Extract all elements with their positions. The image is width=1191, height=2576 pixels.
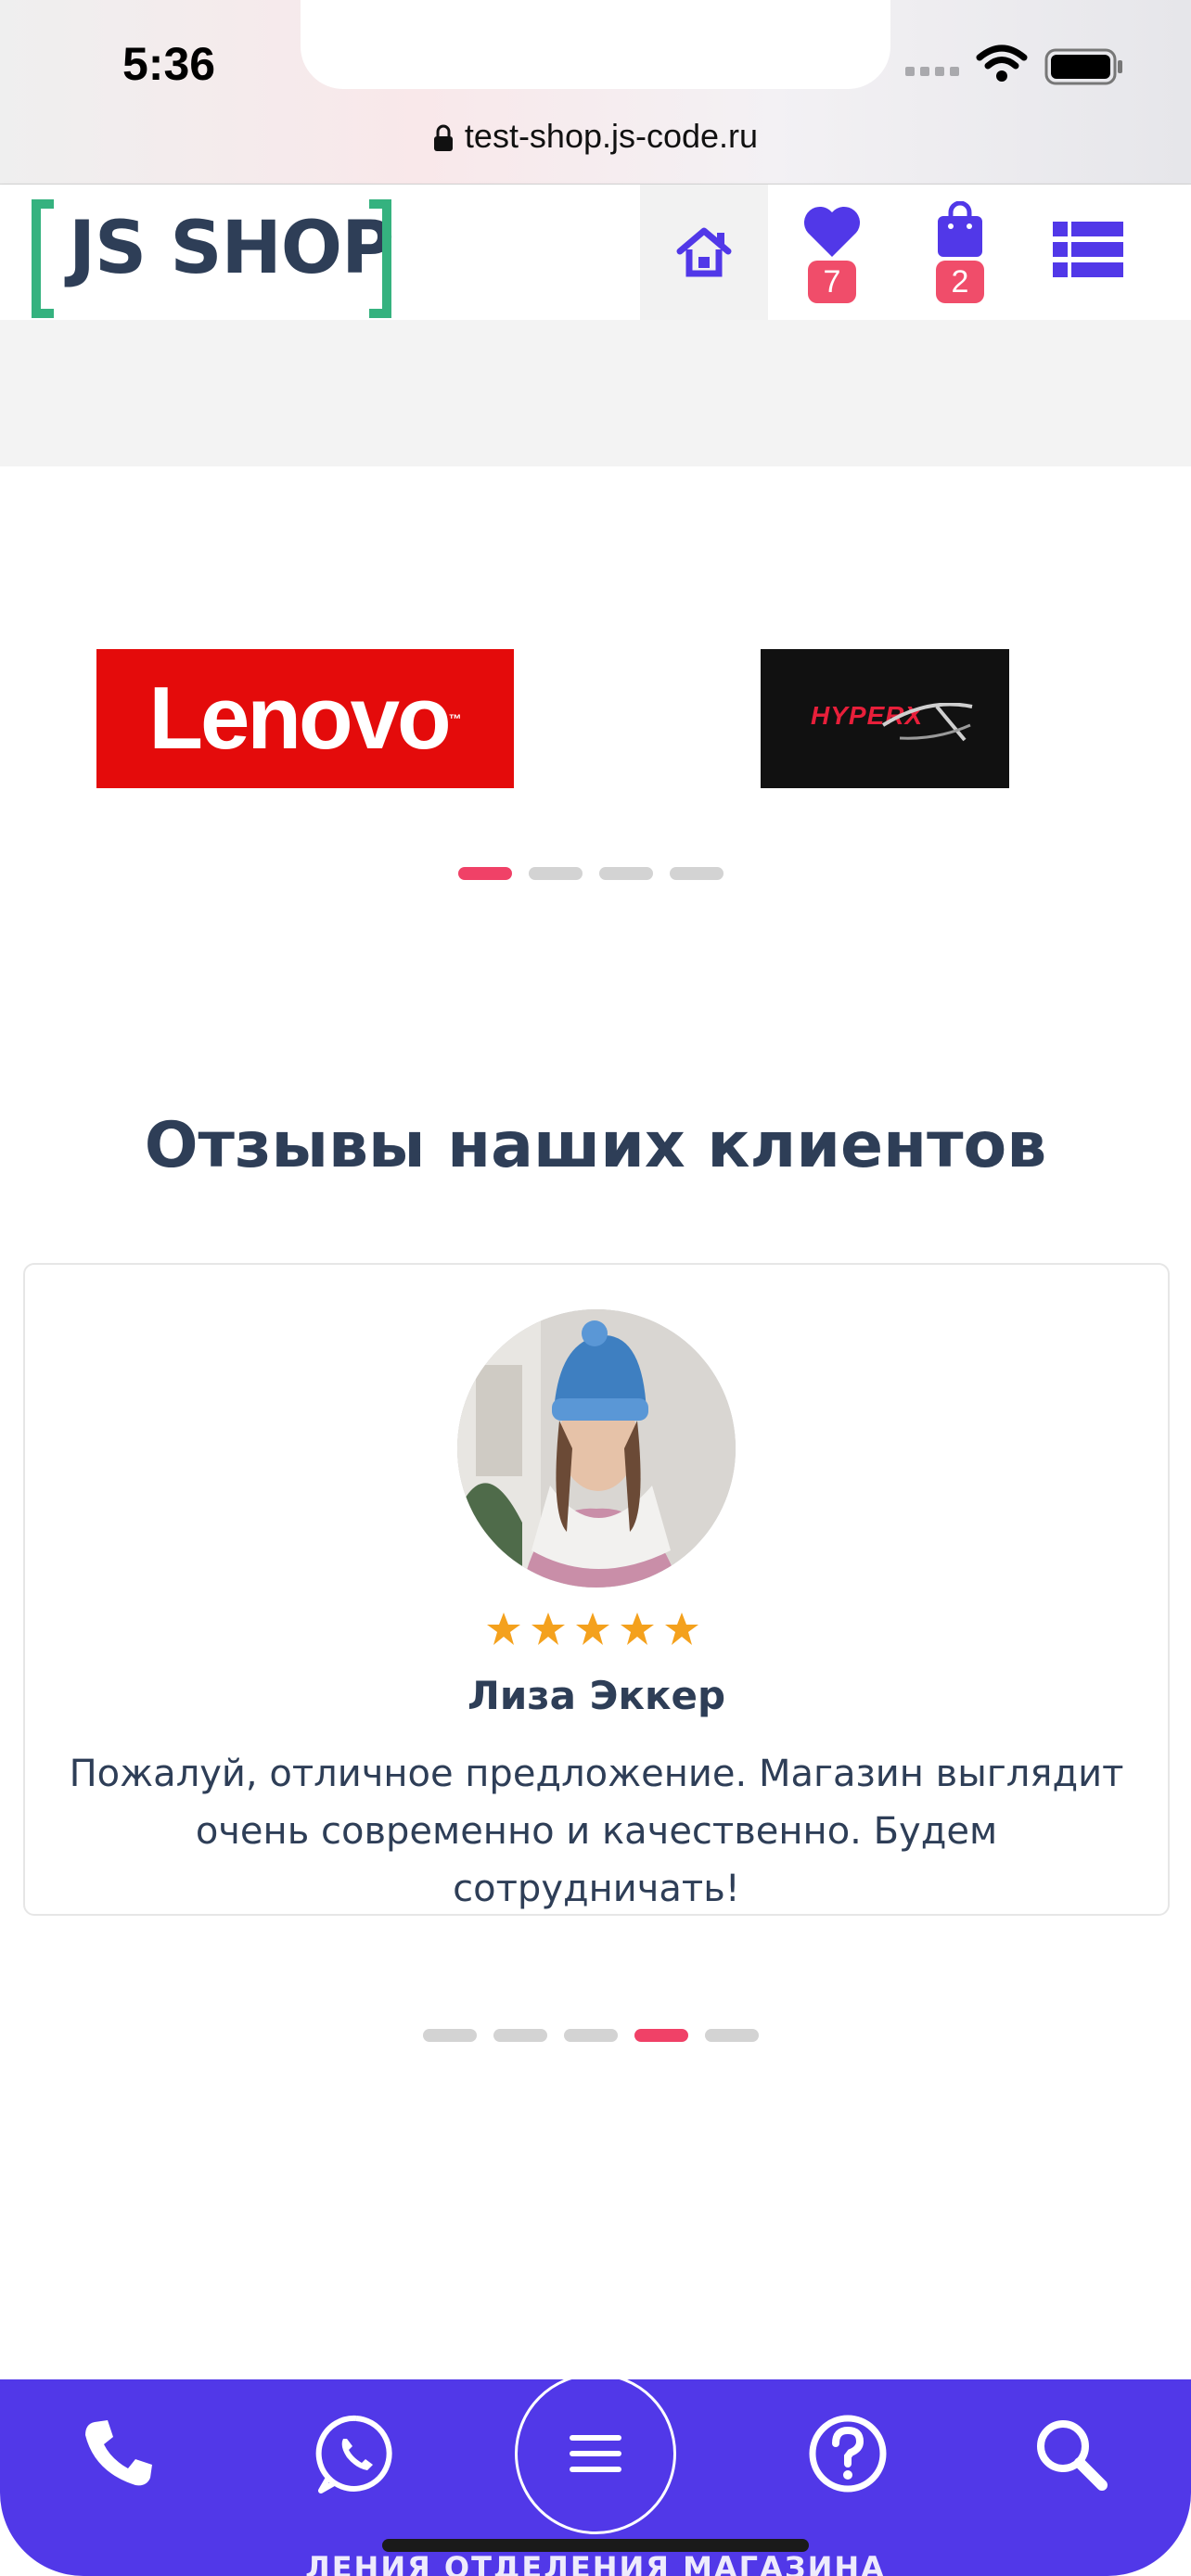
favorites-count-badge: 7 — [808, 261, 856, 303]
brand-logo-hyperx[interactable]: HYPERX — [761, 649, 1009, 788]
carousel-dot-3[interactable] — [599, 867, 653, 880]
site-header: JS SHOP 7 2 — [0, 185, 1191, 320]
review-card: Лиза Эккер Пожалуй, отличное предложение… — [23, 1263, 1170, 1916]
search-icon — [1037, 2420, 1108, 2491]
lock-icon — [433, 125, 453, 152]
cart-button[interactable]: 2 — [896, 185, 1024, 320]
home-button[interactable] — [640, 185, 768, 320]
lenovo-logo-text: Lenovo — [148, 669, 451, 768]
catalog-menu-button[interactable] — [1024, 185, 1152, 320]
hyperx-swoosh-icon — [881, 703, 973, 742]
carousel-dot-1[interactable] — [458, 867, 512, 880]
call-button[interactable] — [45, 2379, 193, 2528]
cellular-signal-icon — [905, 67, 959, 76]
review-rating — [25, 1610, 1168, 1652]
url-text: test-shop.js-code.ru — [464, 117, 759, 155]
reviewer-name: Лиза Эккер — [467, 1673, 726, 1718]
review-dot-1[interactable] — [423, 2029, 477, 2042]
list-menu-icon — [1053, 222, 1123, 277]
site-logo[interactable]: JS SHOP — [28, 194, 399, 318]
review-text: Пожалуй, отличное предложение. Магазин в… — [69, 1753, 1124, 1910]
favorites-button[interactable]: 7 — [768, 185, 896, 320]
search-button[interactable] — [996, 2379, 1145, 2528]
home-icon — [676, 227, 732, 277]
shopping-bag-icon — [938, 201, 982, 257]
carousel-dot-4[interactable] — [670, 867, 724, 880]
help-button[interactable] — [774, 2379, 922, 2528]
brands-carousel-pagination — [458, 867, 724, 880]
reviewer-photo — [457, 1309, 736, 1588]
notch — [301, 0, 890, 89]
status-time: 5:36 — [122, 38, 216, 90]
content-behind-bar-text: ЛЕНИЯ ОТДЕЛЕНИЯ МАГАЗИНА — [305, 2550, 886, 2576]
phone-icon — [85, 2420, 152, 2486]
lenovo-trademark: ™ — [448, 711, 462, 726]
rating-stars — [487, 1613, 698, 1645]
battery-icon — [1044, 48, 1122, 85]
review-dot-5[interactable] — [705, 2029, 759, 2042]
home-indicator[interactable] — [382, 2539, 809, 2552]
logo-bracket-left — [32, 199, 54, 318]
carousel-dot-2[interactable] — [529, 867, 583, 880]
reviews-section-title: Отзывы наших клиентов — [144, 1109, 1047, 1182]
logo-bracket-right — [369, 199, 391, 318]
menu-icon — [570, 2435, 621, 2472]
previous-section-bottom — [0, 320, 1191, 466]
reviews-carousel-pagination — [423, 2029, 759, 2042]
review-dot-3[interactable] — [564, 2029, 618, 2042]
main-menu-button[interactable] — [515, 2379, 676, 2534]
browser-status-bar: 5:36 test-shop.js-code.ru — [0, 0, 1191, 185]
heart-icon — [803, 206, 861, 257]
wifi-icon — [976, 45, 1028, 82]
review-dot-2[interactable] — [493, 2029, 547, 2042]
whatsapp-icon — [315, 2415, 392, 2493]
help-icon — [809, 2415, 887, 2493]
address-bar[interactable]: test-shop.js-code.ru — [0, 117, 1191, 156]
logo-text: JS SHOP — [69, 207, 394, 290]
review-dot-4[interactable] — [634, 2029, 688, 2042]
brand-logo-lenovo[interactable]: Lenovo™ — [96, 649, 514, 788]
reviewer-avatar — [457, 1309, 736, 1588]
whatsapp-button[interactable] — [282, 2379, 430, 2528]
cart-count-badge: 2 — [936, 261, 984, 303]
